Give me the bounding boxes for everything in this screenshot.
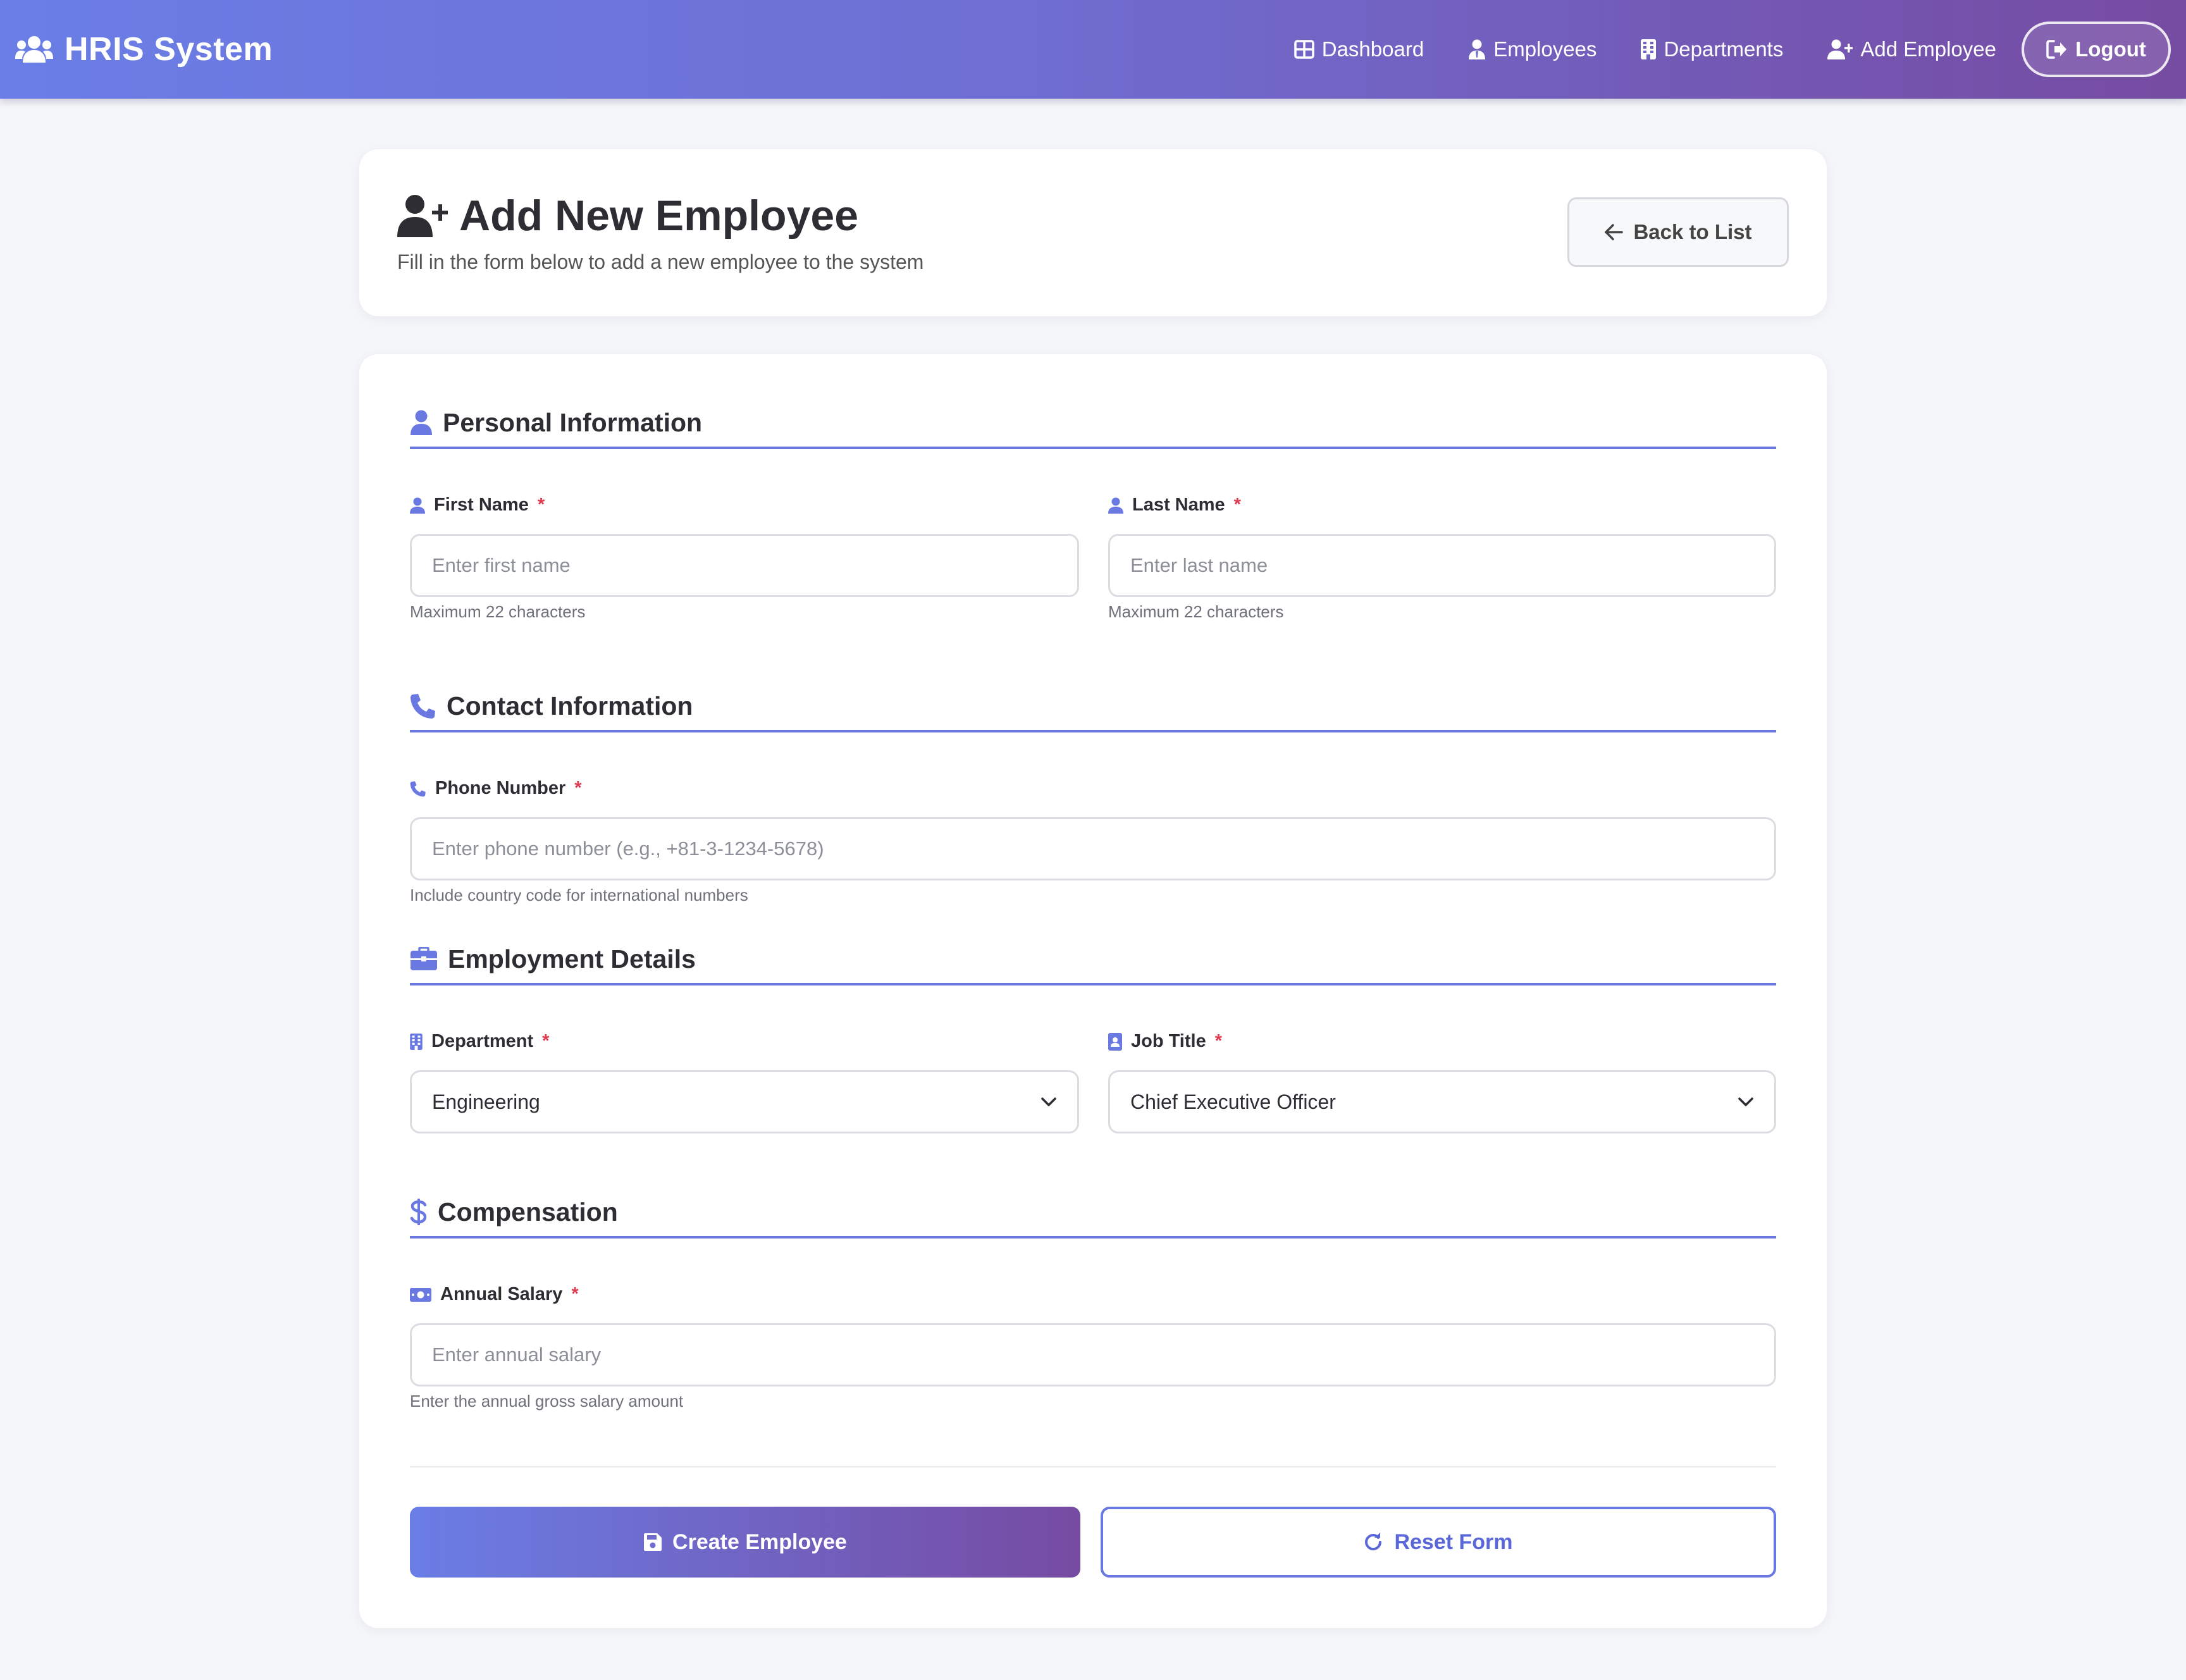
- last-name-hint: Maximum 22 characters: [1108, 602, 1284, 621]
- nav-link-label: Employees: [1493, 37, 1597, 61]
- logout-label: Logout: [2075, 37, 2146, 61]
- employee-form-card: Personal Information First Name * Maximu…: [359, 354, 1827, 1628]
- nav-links: Dashboard Employees Departments Add Empl…: [1294, 30, 1996, 68]
- building-icon: [410, 1033, 423, 1050]
- id-badge-icon: [1108, 1032, 1122, 1051]
- department-selected-value: Engineering: [432, 1090, 540, 1113]
- users-icon: [15, 35, 53, 64]
- nav-link-label: Add Employee: [1860, 37, 1996, 61]
- user-plus-icon: [1827, 39, 1853, 59]
- annual-salary-label: Annual Salary *: [410, 1284, 579, 1305]
- section-employment-details: Employment Details: [410, 935, 1776, 985]
- nav-link-dashboard[interactable]: Dashboard: [1294, 37, 1424, 61]
- back-to-list-button[interactable]: Back to List: [1567, 197, 1789, 267]
- required-mark: *: [542, 1031, 550, 1051]
- grid-icon: [1294, 40, 1314, 59]
- first-name-input[interactable]: [410, 534, 1079, 597]
- section-title: Employment Details: [448, 944, 696, 973]
- reset-form-label: Reset Form: [1394, 1529, 1513, 1554]
- section-title: Compensation: [438, 1197, 618, 1226]
- department-select[interactable]: Engineering: [410, 1070, 1079, 1133]
- job-title-label: Job Title *: [1108, 1031, 1222, 1052]
- building-icon: [1641, 39, 1657, 59]
- section-personal-information: Personal Information: [410, 398, 1776, 449]
- annual-salary-hint: Enter the annual gross salary amount: [410, 1392, 684, 1411]
- page-header-card: Add New Employee Fill in the form below …: [359, 149, 1827, 316]
- job-title-selected-value: Chief Executive Officer: [1130, 1090, 1336, 1113]
- section-compensation: Compensation: [410, 1188, 1776, 1238]
- nav-link-add-employee[interactable]: Add Employee: [1827, 37, 1996, 61]
- section-title: Personal Information: [443, 407, 703, 437]
- page-title: Add New Employee: [397, 187, 858, 244]
- form-divider: [410, 1466, 1776, 1467]
- dollar-icon: [410, 1198, 428, 1226]
- section-contact-information: Contact Information: [410, 682, 1776, 732]
- phone-icon: [410, 693, 436, 719]
- sign-out-icon: [2046, 40, 2068, 59]
- phone-number-hint: Include country code for international n…: [410, 886, 748, 905]
- user-icon: [1108, 497, 1123, 514]
- section-title: Contact Information: [447, 691, 693, 720]
- page-subtitle: Fill in the form below to add a new empl…: [397, 250, 924, 273]
- required-mark: *: [1233, 495, 1241, 515]
- phone-number-label: Phone Number *: [410, 778, 582, 799]
- page-title-text: Add New Employee: [459, 192, 859, 240]
- user-tie-icon: [1468, 39, 1486, 59]
- save-icon: [643, 1533, 662, 1552]
- reset-form-button[interactable]: Reset Form: [1101, 1507, 1776, 1578]
- nav-link-departments[interactable]: Departments: [1641, 37, 1783, 61]
- briefcase-icon: [410, 947, 438, 971]
- last-name-label: Last Name *: [1108, 495, 1241, 516]
- chevron-down-icon: [1738, 1097, 1754, 1107]
- first-name-label: First Name *: [410, 495, 545, 516]
- redo-icon: [1364, 1532, 1384, 1552]
- create-employee-button[interactable]: Create Employee: [410, 1507, 1080, 1578]
- top-navbar: HRIS System Dashboard Employees Departme…: [0, 0, 2186, 99]
- first-name-hint: Maximum 22 characters: [410, 602, 586, 621]
- phone-icon: [410, 781, 426, 797]
- money-bill-icon: [410, 1287, 431, 1302]
- job-title-select[interactable]: Chief Executive Officer: [1108, 1070, 1776, 1133]
- nav-link-label: Departments: [1664, 37, 1784, 61]
- chevron-down-icon: [1041, 1097, 1057, 1107]
- phone-number-input[interactable]: [410, 817, 1776, 880]
- required-mark: *: [574, 778, 582, 798]
- user-plus-icon: [397, 194, 448, 237]
- user-icon: [410, 410, 433, 435]
- logout-button[interactable]: Logout: [2022, 22, 2171, 77]
- last-name-input[interactable]: [1108, 534, 1776, 597]
- brand[interactable]: HRIS System: [15, 28, 273, 71]
- create-employee-label: Create Employee: [672, 1529, 847, 1554]
- required-mark: *: [537, 495, 545, 515]
- user-icon: [410, 497, 425, 514]
- annual-salary-input[interactable]: [410, 1323, 1776, 1387]
- required-mark: *: [1214, 1031, 1223, 1051]
- brand-title: HRIS System: [65, 31, 273, 68]
- back-to-list-label: Back to List: [1633, 220, 1752, 244]
- required-mark: *: [571, 1284, 579, 1304]
- arrow-left-icon: [1604, 223, 1624, 241]
- nav-link-label: Dashboard: [1321, 37, 1424, 61]
- nav-link-employees[interactable]: Employees: [1468, 37, 1596, 61]
- department-label: Department *: [410, 1031, 549, 1052]
